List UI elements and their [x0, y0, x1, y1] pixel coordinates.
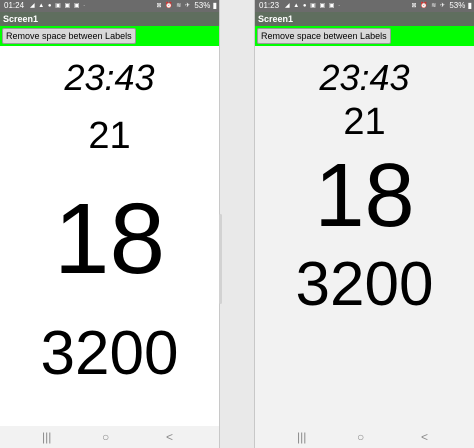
back-icon[interactable]: < [421, 426, 428, 448]
remove-space-button[interactable]: Remove space between Labels [257, 28, 391, 44]
phone-screen-right: 01:23 ◢ ▲ ● ▣ ▣ ▣ · ⊠ ⏰ ≋ ✈ 53% ▮ Screen… [255, 0, 474, 448]
notification-icons: ◢ ▲ ● ▣ ▣ ▣ · [285, 3, 342, 9]
number-label: 3200 [40, 319, 179, 388]
large-number-label: 18 [53, 183, 166, 295]
navigation-bar: ||| ○ < [255, 426, 474, 448]
back-icon[interactable]: < [166, 426, 173, 448]
notification-icons: ◢ ▲ ● ▣ ▣ ▣ · [30, 3, 87, 9]
home-icon[interactable]: ○ [102, 426, 109, 448]
app-title-bar: Screen1 [0, 12, 219, 26]
divider-handle [219, 214, 222, 304]
battery-icon: 53% ▮ [449, 1, 472, 10]
screenshot-divider [219, 0, 255, 448]
date-label: 21 [343, 101, 386, 143]
status-bar: 01:24 ◢ ▲ ● ▣ ▣ ▣ · ⊠ ⏰ ≋ ✈ 53% ▮ [0, 0, 219, 12]
screen-title: Screen1 [3, 14, 39, 24]
navigation-bar: ||| ○ < [0, 426, 219, 448]
status-time: 01:24 [4, 1, 25, 10]
screen-title: Screen1 [258, 14, 294, 24]
home-icon[interactable]: ○ [357, 426, 364, 448]
time-label: 23:43 [64, 57, 155, 98]
recents-icon[interactable]: ||| [42, 426, 51, 448]
system-status-icons: ⊠ ⏰ ≋ ✈ [156, 3, 191, 9]
app-title-bar: Screen1 [255, 12, 474, 26]
recents-icon[interactable]: ||| [297, 426, 306, 448]
button-bar: Remove space between Labels [0, 26, 219, 46]
button-bar: Remove space between Labels [255, 26, 474, 46]
status-time: 01:23 [259, 1, 280, 10]
large-number-label: 18 [314, 146, 415, 246]
remove-space-button[interactable]: Remove space between Labels [2, 28, 136, 44]
phone-screen-left: 01:24 ◢ ▲ ● ▣ ▣ ▣ · ⊠ ⏰ ≋ ✈ 53% ▮ Screen… [0, 0, 219, 448]
date-label: 21 [88, 115, 131, 157]
time-label: 23:43 [319, 57, 410, 98]
number-label: 3200 [295, 250, 434, 319]
system-status-icons: ⊠ ⏰ ≋ ✈ [411, 3, 446, 9]
status-bar: 01:23 ◢ ▲ ● ▣ ▣ ▣ · ⊠ ⏰ ≋ ✈ 53% ▮ [255, 0, 474, 12]
battery-icon: 53% ▮ [194, 1, 217, 10]
